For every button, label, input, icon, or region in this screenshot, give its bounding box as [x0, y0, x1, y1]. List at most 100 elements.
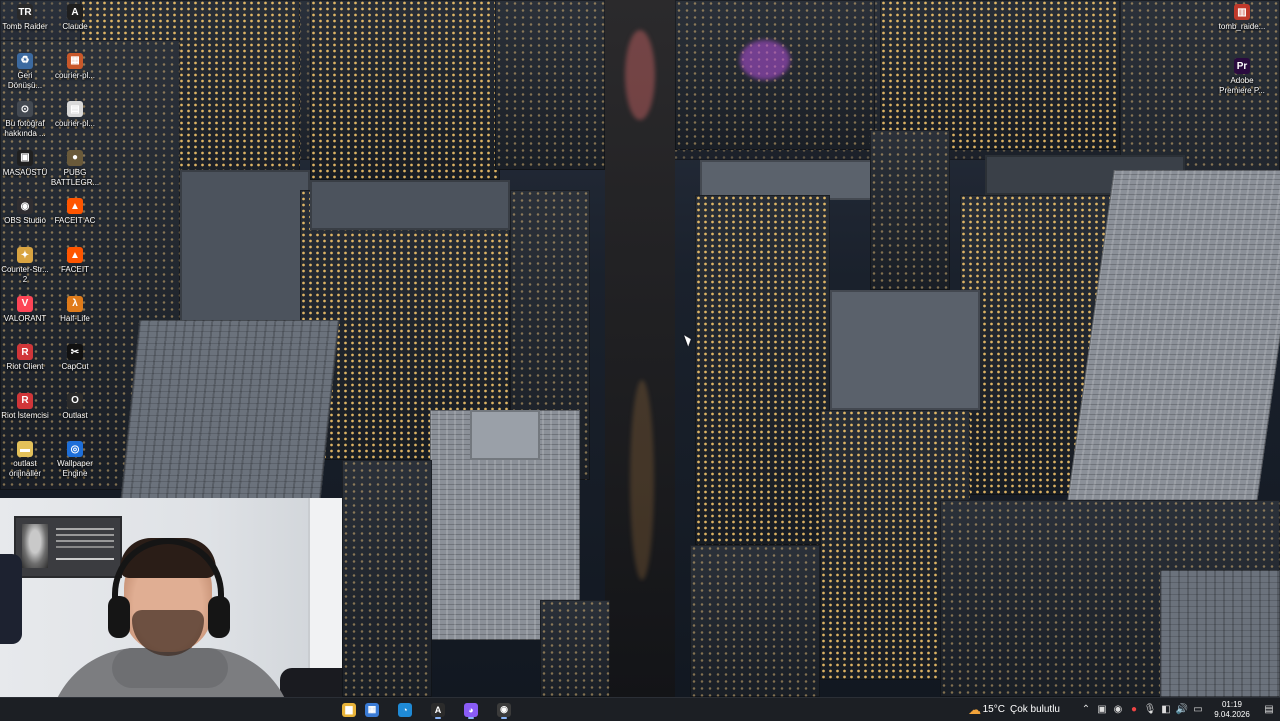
- desktop-icon[interactable]: ◎ Wallpaper Engine: [50, 441, 100, 479]
- wallpaper-building: [870, 130, 950, 290]
- chevron-up-icon[interactable]: ⌃: [1078, 704, 1094, 715]
- headphone-cup-left: [108, 596, 130, 638]
- street-light-glow: [630, 380, 654, 580]
- webcam-overlay: [0, 498, 342, 720]
- desktop-icon-label: Riot İstemcisi: [1, 410, 49, 420]
- microphone-icon[interactable]: 🎙: [1142, 704, 1158, 715]
- desktop-icon[interactable]: R Riot İstemcisi: [0, 392, 50, 421]
- desktop-icon-label: FACEIT: [60, 265, 89, 274]
- app-icon: ▬: [17, 441, 33, 458]
- wallpaper-building: [690, 545, 820, 697]
- running-indicator: [468, 717, 474, 719]
- battery-icon[interactable]: ▭: [1190, 704, 1206, 715]
- taskbar-edge-button[interactable]: ◔: [394, 700, 416, 719]
- desktop-icon[interactable]: ▥ tomb_raide...: [1214, 4, 1270, 32]
- clock-date: 9.04.2026: [1214, 709, 1250, 719]
- desktop-icon-label: CapCut: [61, 362, 89, 372]
- clock[interactable]: 01:19 9.04.2026: [1206, 700, 1258, 720]
- desktop-icon-label: Adobe Premiere P...: [1219, 76, 1265, 95]
- desktop-icon-label: Counter-Str... 2: [1, 265, 49, 284]
- desktop-icon-label: Outlast: [62, 410, 88, 420]
- taskbar-file-explorer-button[interactable]: ▆: [338, 700, 360, 719]
- desktop-icon[interactable]: ▦ courier-pl...: [50, 52, 100, 81]
- desktop-icon-label: courier-pl...: [54, 119, 95, 129]
- app-icon: ▥: [1234, 4, 1250, 20]
- desktop-icon-label: Claude: [62, 22, 88, 31]
- volume-icon[interactable]: 🔊: [1174, 704, 1190, 715]
- taskbar-obs-button[interactable]: ◉: [493, 700, 515, 719]
- wallpaper-building: [120, 320, 340, 500]
- webcam-wall-poster: [14, 516, 122, 578]
- wallpaper-roof: [470, 410, 540, 460]
- desktop-icon-label: VALORANT: [3, 313, 47, 323]
- obs-tray-icon[interactable]: ◉: [1110, 704, 1126, 715]
- app-icon: Pr: [1234, 58, 1250, 74]
- desktop-icon[interactable]: O Outlast: [50, 392, 100, 421]
- headphone-cup-right: [208, 596, 230, 638]
- tray-app-icon-red[interactable]: ●: [1126, 704, 1142, 715]
- app-icon: ●: [67, 149, 83, 166]
- wallpaper-roof: [700, 160, 880, 200]
- wallpaper-building: [695, 195, 830, 545]
- app-icon: ⊙: [17, 101, 33, 118]
- running-indicator: [435, 717, 441, 719]
- desktop-icon-label: outlast orijinaller: [8, 459, 41, 479]
- app-icon: ◎: [67, 441, 83, 458]
- desktop-icon[interactable]: ● PUBG BATTLEGR...: [50, 149, 100, 188]
- desktop-icon[interactable]: ▤ courier-pl...: [50, 101, 100, 129]
- wallpaper-roof: [830, 290, 980, 410]
- clock-time: 01:19: [1221, 699, 1243, 709]
- desktop-icon[interactable]: TR Tomb Raider: [0, 4, 50, 32]
- desktop-icon[interactable]: ⊙ Bu fotoğraf hakkında ...: [0, 101, 50, 139]
- desktop-icon-label: Bu fotoğraf hakkında ...: [4, 119, 46, 139]
- app-icon: ▲: [67, 247, 83, 263]
- wallpaper-building: [310, 0, 500, 180]
- desktop-icon-label: Wallpaper Engine: [57, 459, 93, 479]
- wallpaper-building: [540, 600, 610, 697]
- weather-text[interactable]: Çok bulutlu: [1010, 704, 1060, 715]
- taskbar: ▆ ▦ ◔ A ◕ ◉ ☁ 15°C Çok bulutlu ⌃ ▣ ◉ ● 🎙 ◧ 🔊 …: [0, 697, 1280, 721]
- desktop-icon-label: MASAÜSTÜ: [2, 167, 48, 177]
- notification-icon[interactable]: ▤: [1258, 704, 1280, 715]
- app-icon: ▣: [17, 149, 33, 166]
- desktop-icon[interactable]: ▣ MASAÜSTÜ: [0, 149, 50, 178]
- desktop-icon[interactable]: λ Half-Life: [50, 295, 100, 324]
- app-icon: ✦: [17, 247, 33, 263]
- desktop-icon[interactable]: ▲ FACEIT: [50, 247, 100, 275]
- weather-icon[interactable]: ☁: [967, 702, 983, 718]
- desktop-icon[interactable]: ✦ Counter-Str... 2: [0, 247, 50, 285]
- desktop-icon[interactable]: A Claude: [50, 4, 100, 32]
- webcam-coat: [0, 554, 22, 644]
- app-icon: R: [17, 392, 33, 409]
- desktop-icon[interactable]: ✂ CapCut: [50, 344, 100, 372]
- app-icon: TR: [17, 4, 33, 20]
- app-icon: R: [17, 344, 33, 361]
- street-light-glow: [625, 30, 655, 120]
- tray-app-icon[interactable]: ▣: [1094, 704, 1110, 715]
- app-icon: ▤: [67, 101, 83, 118]
- desktop-icon[interactable]: V VALORANT: [0, 295, 50, 324]
- desktop-icon[interactable]: ▬ outlast orijinaller: [0, 441, 50, 479]
- desktop-icon-label: FACEIT AC: [54, 216, 96, 226]
- desktop-icon[interactable]: R Riot Client: [0, 344, 50, 372]
- taskbar-discord-button[interactable]: ◕: [460, 700, 482, 719]
- desktop-icon-label: courier-pl...: [54, 70, 95, 80]
- wallpaper-building: [342, 460, 432, 697]
- desktop-icon-label: Geri Dönüşü...: [7, 70, 43, 90]
- desktop-icon[interactable]: ◉ OBS Studio: [0, 198, 50, 226]
- desktop-icon[interactable]: ▲ FACEIT AC: [50, 198, 100, 226]
- claude-icon: A: [431, 702, 445, 717]
- desktop-icon[interactable]: Pr Adobe Premiere P...: [1214, 58, 1270, 96]
- weather-temp[interactable]: 15°C: [983, 704, 1005, 715]
- app-icon: λ: [67, 295, 83, 312]
- desktop-icon-label: Tomb Raider: [2, 22, 48, 31]
- edge-icon: ◔: [398, 702, 412, 717]
- taskbar-claude-button[interactable]: A: [427, 700, 449, 719]
- wallpaper-building: [880, 0, 1120, 150]
- network-icon[interactable]: ◧: [1158, 704, 1174, 715]
- app-icon: V: [17, 295, 33, 312]
- desktop-icon-label: OBS Studio: [4, 216, 46, 226]
- taskbar-microsoft-store-button[interactable]: ▦: [361, 700, 383, 719]
- microsoft-store-icon: ▦: [365, 702, 379, 717]
- desktop-icon[interactable]: ♻ Geri Dönüşü...: [0, 52, 50, 91]
